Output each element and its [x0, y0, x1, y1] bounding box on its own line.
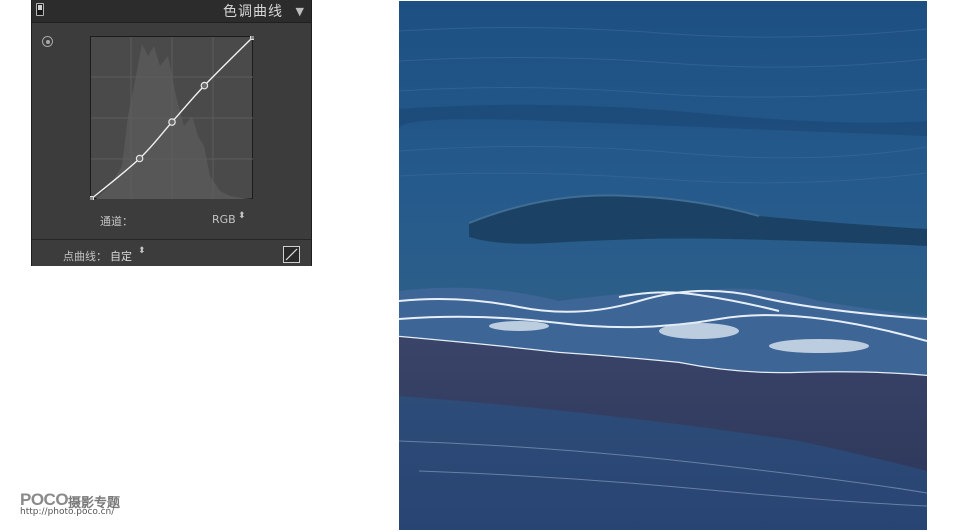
curve-point[interactable]	[250, 34, 256, 40]
panel-divider	[32, 239, 311, 240]
point-curve-label: 点曲线：	[63, 250, 107, 263]
edit-point-curve-icon[interactable]	[283, 246, 300, 263]
channel-label: 通道：	[100, 215, 133, 228]
point-curve-stepper-icon[interactable]: ⬍	[138, 247, 146, 256]
beach-photo	[399, 1, 927, 530]
collapse-triangle-icon[interactable]: ▼	[296, 5, 304, 18]
channel-stepper-icon[interactable]: ⬍	[238, 212, 246, 221]
target-adjust-icon[interactable]	[42, 36, 53, 47]
curve-point[interactable]	[88, 196, 94, 202]
panel-switch-icon[interactable]	[36, 3, 44, 16]
logo-url: http://photo.poco.cn/	[20, 507, 115, 517]
panel-title: 色调曲线	[223, 4, 283, 20]
panel-header[interactable]: 色调曲线 ▼	[32, 0, 311, 23]
curve-point[interactable]	[168, 118, 176, 126]
point-curve-select[interactable]: 自定	[110, 248, 132, 264]
beach-photo-svg	[399, 1, 927, 530]
curve-point[interactable]	[135, 154, 144, 163]
channel-row: 通道： RGB ⬍	[32, 212, 311, 229]
poco-logo: POCO 摄影专题 http://photo.poco.cn/	[20, 490, 180, 520]
tone-curve-panel: 色调曲线 ▼ 通道： RGB ⬍ 点曲线： 自定 ⬍	[31, 0, 312, 266]
channel-select[interactable]: RGB	[212, 213, 236, 226]
curve-point[interactable]	[200, 81, 209, 90]
point-curve-row: 点曲线： 自定 ⬍	[32, 247, 311, 264]
tone-curve-graph[interactable]	[88, 34, 256, 202]
curve-svg[interactable]	[88, 34, 256, 202]
